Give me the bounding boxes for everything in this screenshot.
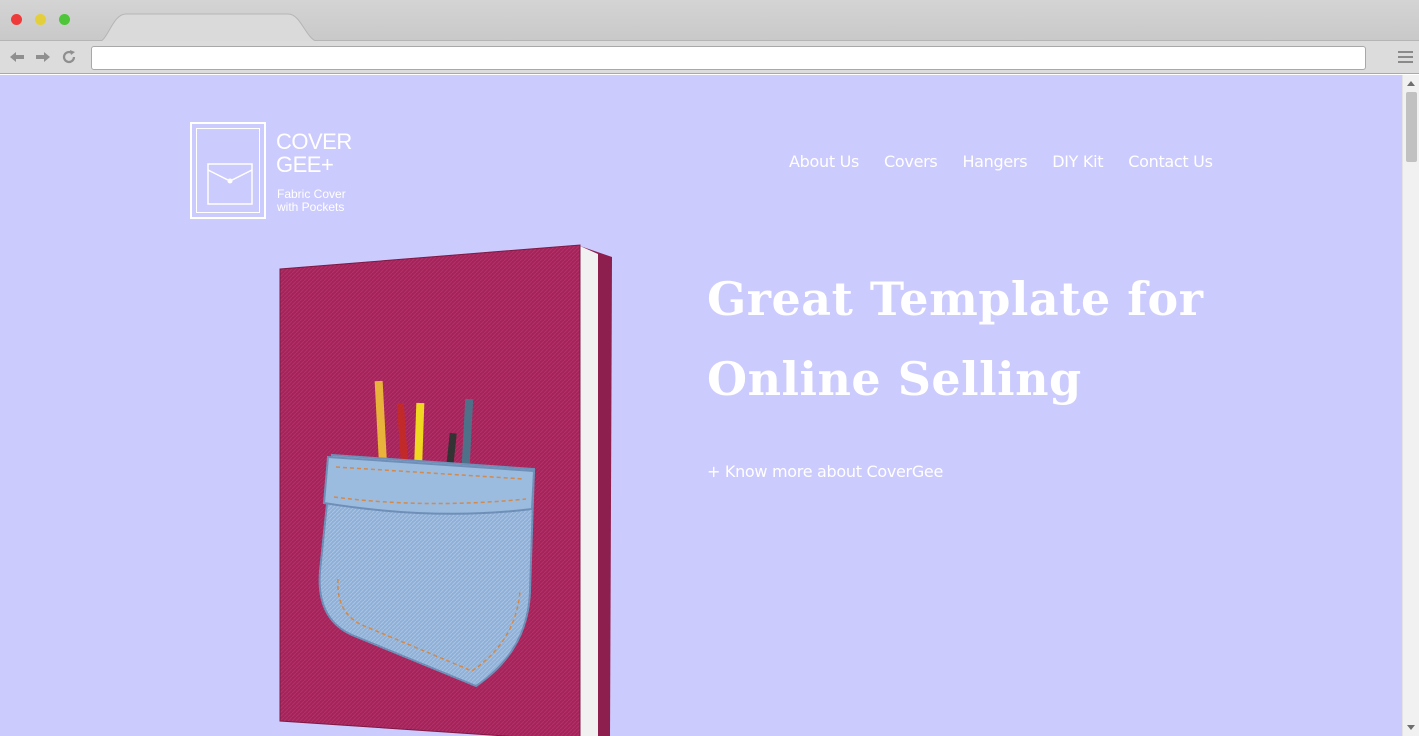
nav-link-diy-kit[interactable]: DIY Kit <box>1052 152 1103 174</box>
logo-title-line2: GEE+ <box>276 152 334 177</box>
main-navigation: About Us Covers Hangers DIY Kit Contact … <box>789 152 1238 174</box>
nav-link-contact-us[interactable]: Contact Us <box>1128 152 1213 174</box>
minimize-window-button[interactable] <box>35 14 46 25</box>
forward-arrow-icon[interactable] <box>35 49 51 65</box>
hero-heading-line2: Online Selling <box>707 352 1082 406</box>
site-logo[interactable]: COVER GEE+ Fabric Cover with Pockets <box>190 122 370 220</box>
hero-heading: Great Template for Online Selling <box>707 259 1267 419</box>
scroll-down-arrow-icon[interactable] <box>1407 725 1415 730</box>
address-bar[interactable] <box>91 46 1366 70</box>
hamburger-menu-icon[interactable] <box>1398 51 1413 64</box>
logo-book-icon <box>190 122 266 219</box>
nav-link-covers[interactable]: Covers <box>884 152 938 174</box>
book-cover-product-image <box>279 244 612 736</box>
maximize-window-button[interactable] <box>59 14 70 25</box>
reload-icon[interactable] <box>61 49 77 65</box>
logo-title-line1: COVER <box>276 129 352 154</box>
logo-wordmark: COVER GEE+ <box>276 130 376 176</box>
browser-tab[interactable] <box>98 12 320 42</box>
hero-heading-line1: Great Template for <box>707 272 1204 326</box>
scrollbar-thumb[interactable] <box>1406 92 1417 162</box>
close-window-button[interactable] <box>11 14 22 25</box>
browser-toolbar <box>0 41 1419 74</box>
scroll-up-arrow-icon[interactable] <box>1407 81 1415 86</box>
page-scrollbar[interactable] <box>1402 75 1419 736</box>
nav-link-hangers[interactable]: Hangers <box>962 152 1027 174</box>
logo-tagline-line2: with Pockets <box>277 200 345 214</box>
page-viewport: COVER GEE+ Fabric Cover with Pockets Abo… <box>0 75 1402 736</box>
back-arrow-icon[interactable] <box>9 49 25 65</box>
know-more-link[interactable]: + Know more about CoverGee <box>707 462 943 481</box>
browser-title-bar <box>0 0 1419 42</box>
nav-link-about-us[interactable]: About Us <box>789 152 859 174</box>
logo-tagline: Fabric Cover with Pockets <box>277 188 377 214</box>
